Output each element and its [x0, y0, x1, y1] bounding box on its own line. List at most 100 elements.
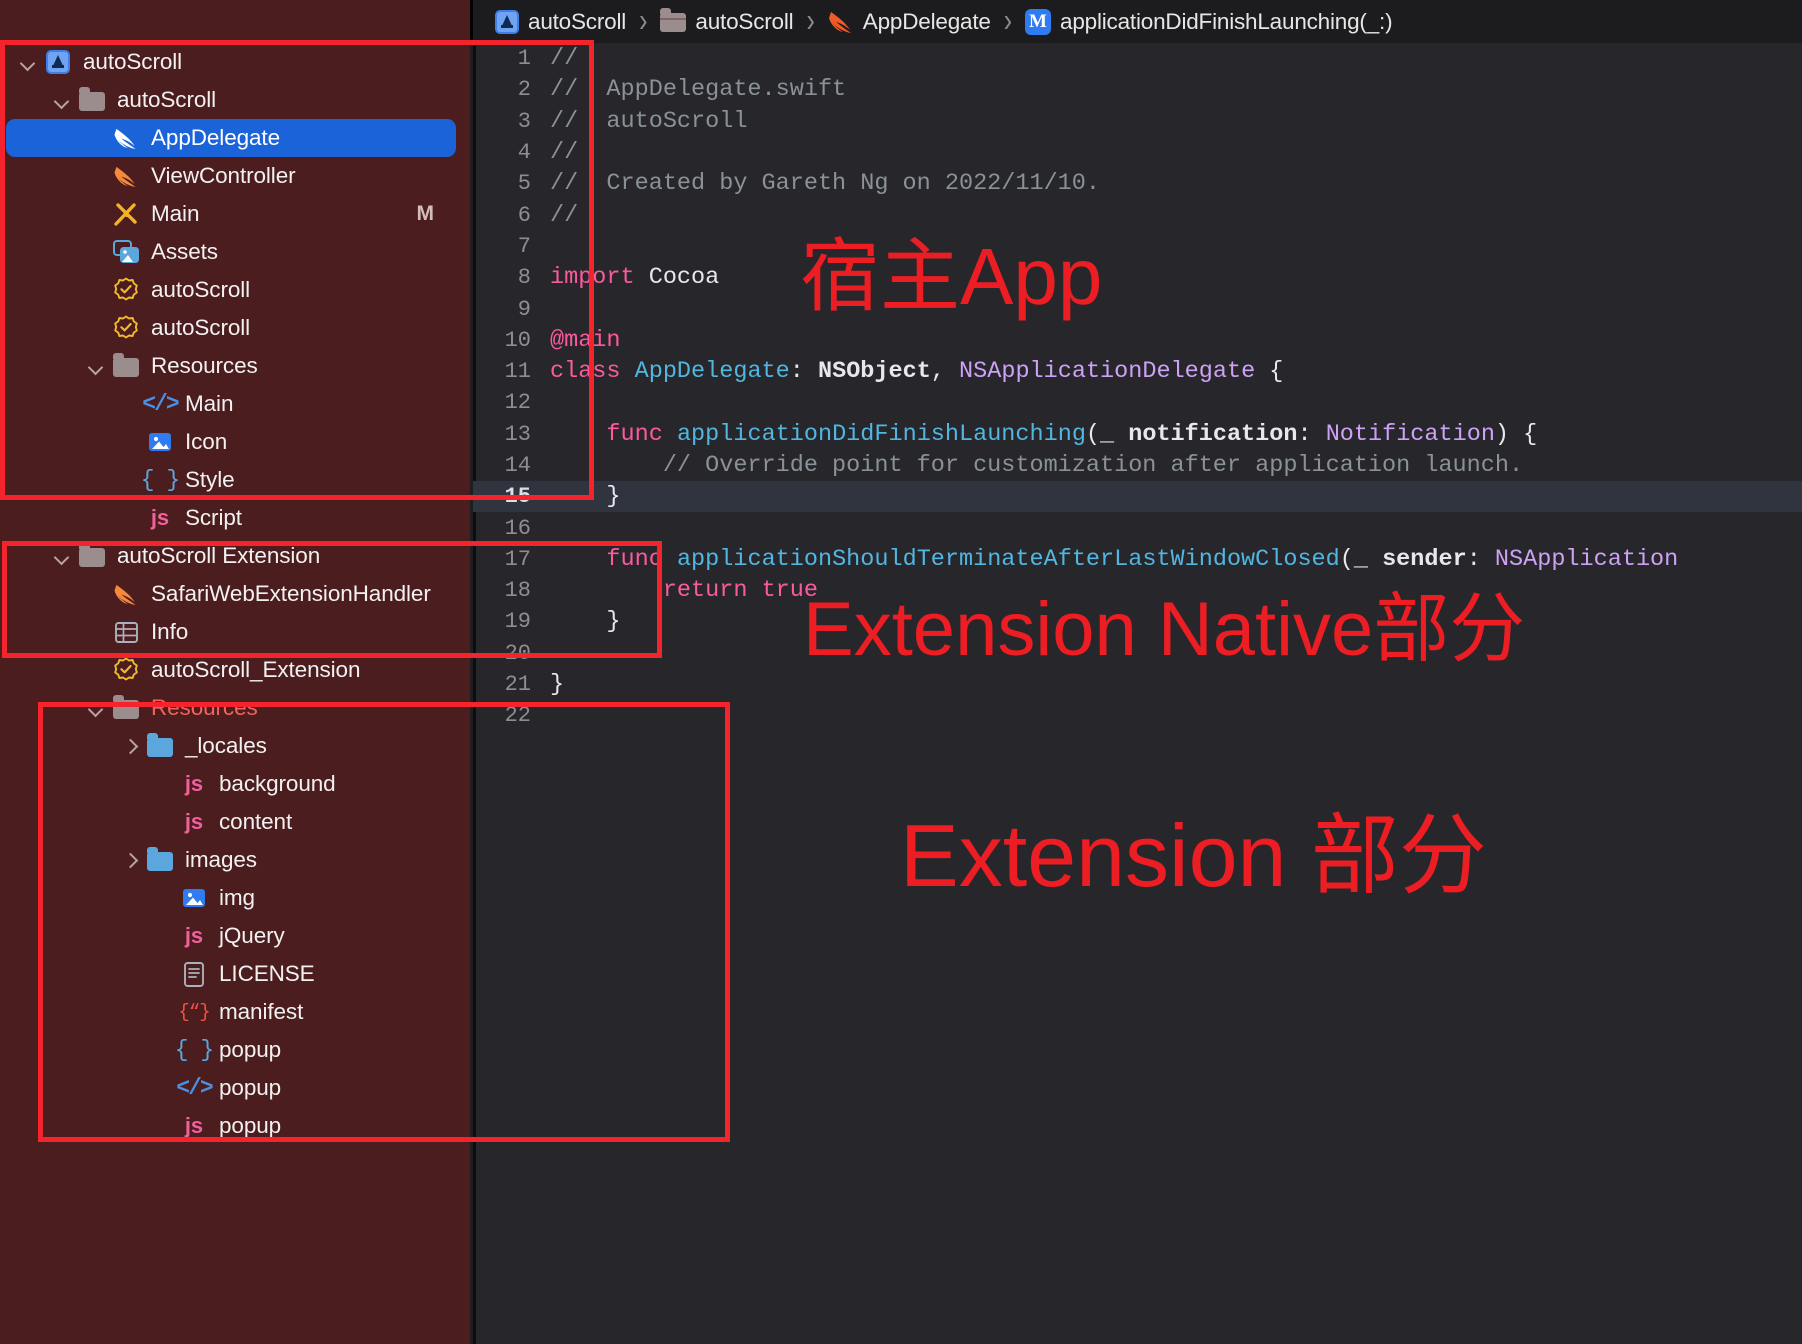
- code-line[interactable]: 6 //: [473, 199, 1802, 230]
- navigator-item-resources[interactable]: Resources: [0, 689, 470, 727]
- code-line[interactable]: 16: [473, 512, 1802, 543]
- chevron-right-icon: ›: [639, 1, 648, 40]
- navigator-item-popup[interactable]: </> popup: [0, 1069, 470, 1107]
- file-type-icon: [78, 87, 106, 113]
- json-file-icon: {“}: [178, 1001, 210, 1023]
- navigator-item-label: Assets: [151, 239, 218, 264]
- entitlements-icon: [113, 277, 139, 303]
- chevron-right-icon[interactable]: [122, 738, 139, 755]
- navigator-item-images[interactable]: images: [0, 841, 470, 879]
- navigator-item-autoscroll[interactable]: autoScroll: [0, 43, 470, 81]
- navigator-item-main[interactable]: Main M: [0, 195, 470, 233]
- code-token: // Override point for customization afte…: [550, 452, 1524, 479]
- navigator-item-background[interactable]: js background: [0, 765, 470, 803]
- chevron-down-icon[interactable]: [88, 358, 105, 375]
- chevron-down-icon[interactable]: [20, 54, 37, 71]
- code-line[interactable]: 22: [473, 700, 1802, 731]
- chevron-right-icon: ›: [806, 1, 815, 40]
- line-number: 9: [517, 296, 531, 322]
- code-line[interactable]: 17 func applicationShouldTerminateAfterL…: [473, 544, 1802, 575]
- code-line[interactable]: 14 // Override point for customization a…: [473, 450, 1802, 481]
- navigator-item-info[interactable]: Info: [0, 613, 470, 651]
- navigator-item-autoscroll[interactable]: autoScroll: [0, 309, 470, 347]
- code-line[interactable]: 13 func applicationDidFinishLaunching(_ …: [473, 419, 1802, 450]
- code-line[interactable]: 2 // AppDelegate.swift: [473, 74, 1802, 105]
- navigator-item-popup[interactable]: js popup: [0, 1107, 470, 1145]
- code-line[interactable]: 11 class AppDelegate: NSObject, NSApplica…: [473, 356, 1802, 387]
- chevron-right-icon[interactable]: [122, 852, 139, 869]
- file-type-icon: [112, 657, 140, 683]
- code-token: (: [1085, 420, 1101, 448]
- code-editor[interactable]: 1 // 2 // AppDelegate.swift 3 // autoScroll 4 /…: [473, 43, 1802, 1344]
- code-line[interactable]: 4 //: [473, 137, 1802, 168]
- twisty-placeholder: [88, 624, 105, 641]
- navigator-item-main[interactable]: </> Main: [0, 385, 470, 423]
- navigator-item-license[interactable]: LICENSE: [0, 955, 470, 993]
- navigator-item-popup[interactable]: { } popup: [0, 1031, 470, 1069]
- navigator-item-label: Icon: [185, 429, 228, 454]
- twisty-placeholder: [156, 1004, 173, 1021]
- navigator-item-script[interactable]: js Script: [0, 499, 470, 537]
- code-line[interactable]: 9: [473, 293, 1802, 324]
- code-line[interactable]: 7: [473, 231, 1802, 262]
- twisty-placeholder: [88, 662, 105, 679]
- code-line[interactable]: 21}: [473, 669, 1802, 700]
- code-token: func: [606, 545, 663, 573]
- code-token: }: [550, 608, 621, 636]
- code-token: }: [550, 483, 621, 511]
- breadcrumb-item-method[interactable]: M applicationDidFinishLaunching(_:): [1025, 8, 1393, 35]
- file-type-icon: [146, 847, 174, 873]
- js-file-icon: js: [184, 1113, 204, 1138]
- chevron-down-icon[interactable]: [54, 92, 71, 109]
- file-type-icon: { }: [141, 467, 180, 493]
- code-token: // AppDelegate.swift: [550, 76, 847, 104]
- twisty-placeholder: [156, 966, 173, 983]
- code-line-text: @main: [550, 327, 621, 354]
- breadcrumb-item-file[interactable]: AppDelegate: [828, 9, 991, 35]
- navigator-item-jquery[interactable]: js jQuery: [0, 917, 470, 955]
- navigator-item-appdelegate[interactable]: AppDelegate: [6, 119, 456, 157]
- navigator-item-assets[interactable]: Assets: [0, 233, 470, 271]
- navigator-item-viewcontroller[interactable]: ViewController: [0, 157, 470, 195]
- navigator-item-style[interactable]: { } Style: [0, 461, 470, 499]
- navigator-item-autoscroll[interactable]: autoScroll: [0, 271, 470, 309]
- navigator-item-autoscroll-extension[interactable]: autoScroll Extension: [0, 537, 470, 575]
- code-line[interactable]: 12: [473, 387, 1802, 418]
- file-type-icon: [112, 239, 140, 265]
- code-token: ) {: [1494, 420, 1538, 448]
- navigator-item-img[interactable]: img: [0, 879, 470, 917]
- chevron-right-icon: ›: [1003, 1, 1013, 40]
- file-type-icon: [146, 429, 174, 455]
- code-token: applicationDidFinishLaunching: [676, 420, 1086, 448]
- navigator-item-autoscroll[interactable]: autoScroll: [0, 81, 470, 119]
- chevron-down-icon[interactable]: [54, 548, 71, 565]
- navigator-item-manifest[interactable]: {“} manifest: [0, 993, 470, 1031]
- twisty-placeholder: [122, 510, 139, 527]
- file-type-icon: [180, 961, 208, 987]
- breadcrumb-item-project[interactable]: autoScroll: [495, 9, 626, 35]
- navigator-item-label: autoScroll: [83, 49, 183, 74]
- code-line[interactable]: 5 // Created by Gareth Ng on 2022/11/10.: [473, 168, 1802, 199]
- navigator-item-label: ViewController: [151, 163, 296, 188]
- code-line[interactable]: 1 //: [473, 43, 1802, 74]
- code-token: // autoScroll: [550, 107, 748, 135]
- navigator-item-content[interactable]: js content: [0, 803, 470, 841]
- project-navigator[interactable]: autoScroll autoScroll AppDelegate ViewContr…: [0, 43, 470, 1344]
- navigator-item-resources[interactable]: Resources: [0, 347, 470, 385]
- code-line[interactable]: 3 // autoScroll: [473, 106, 1802, 137]
- line-number: 10: [504, 327, 531, 353]
- chevron-down-icon[interactable]: [88, 700, 105, 717]
- code-line[interactable]: 10 @main: [473, 325, 1802, 356]
- breadcrumb-item-group[interactable]: autoScroll: [660, 8, 794, 35]
- code-line[interactable]: 15 }: [473, 481, 1802, 513]
- code-line-text: }: [550, 608, 621, 636]
- code-line[interactable]: 8 import Cocoa: [473, 262, 1802, 293]
- navigator-item-locales[interactable]: _locales: [0, 727, 470, 765]
- file-type-icon: [146, 733, 174, 759]
- navigator-item-safariwebextensionhandler[interactable]: SafariWebExtensionHandler: [0, 575, 470, 613]
- folder-icon: [660, 8, 687, 32]
- navigator-item-icon[interactable]: Icon: [0, 423, 470, 461]
- navigator-item-autoscroll-extension[interactable]: autoScroll_Extension: [0, 651, 470, 689]
- code-token: return: [662, 577, 748, 605]
- xcode-project-icon: [46, 50, 70, 74]
